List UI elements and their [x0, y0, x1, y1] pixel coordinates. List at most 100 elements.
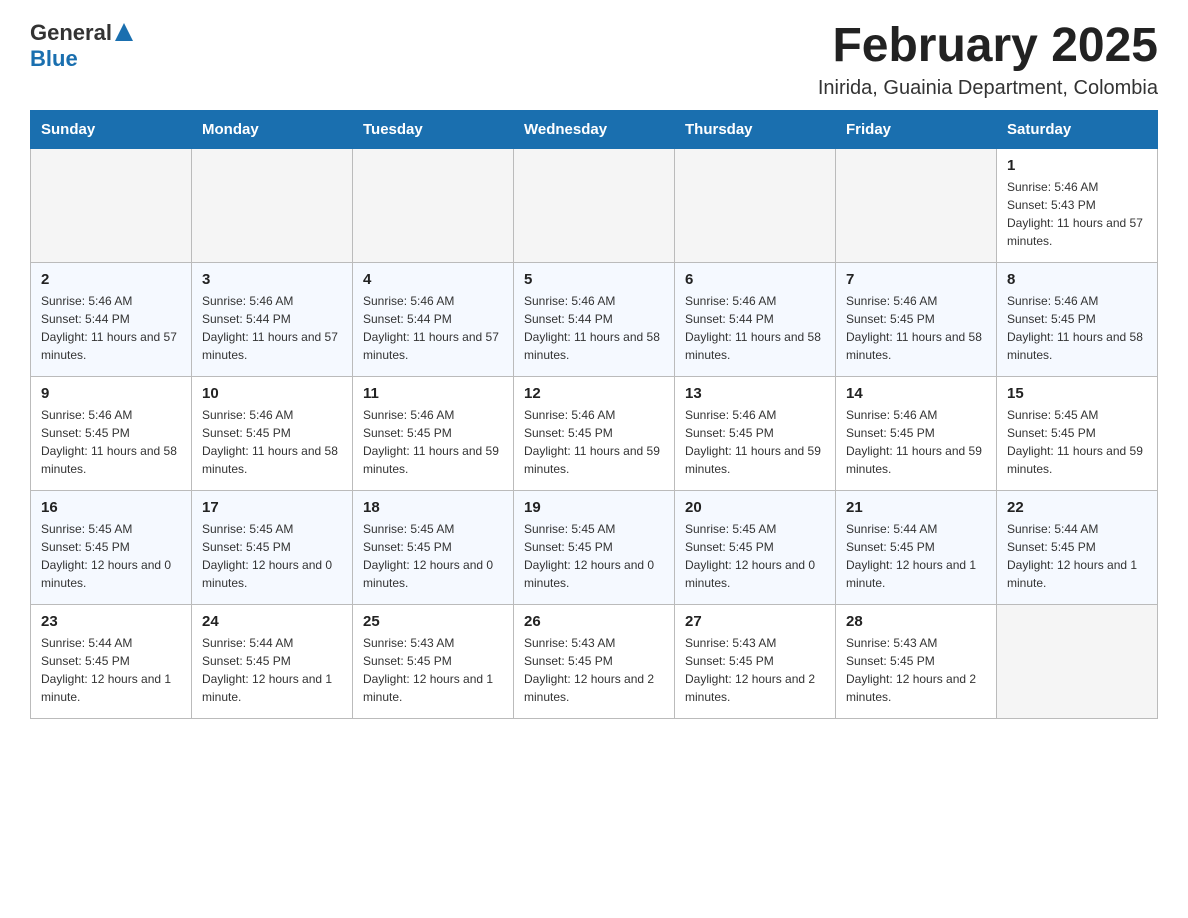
day-number: 8 — [1007, 271, 1147, 288]
day-info: Sunrise: 5:44 AM Sunset: 5:45 PM Dayligh… — [1007, 520, 1147, 592]
calendar-cell: 10 Sunrise: 5:46 AM Sunset: 5:45 PM Dayli… — [192, 376, 353, 490]
day-info: Sunrise: 5:44 AM Sunset: 5:45 PM Dayligh… — [41, 634, 181, 706]
calendar-title: February 2025 — [818, 20, 1158, 73]
day-info: Sunrise: 5:46 AM Sunset: 5:43 PM Dayligh… — [1007, 178, 1147, 250]
day-info: Sunrise: 5:46 AM Sunset: 5:45 PM Dayligh… — [1007, 292, 1147, 364]
day-info: Sunrise: 5:46 AM Sunset: 5:44 PM Dayligh… — [363, 292, 503, 364]
day-info: Sunrise: 5:46 AM Sunset: 5:44 PM Dayligh… — [202, 292, 342, 364]
day-number: 2 — [41, 271, 181, 288]
column-header-saturday: Saturday — [997, 110, 1158, 148]
day-info: Sunrise: 5:46 AM Sunset: 5:44 PM Dayligh… — [524, 292, 664, 364]
day-info: Sunrise: 5:43 AM Sunset: 5:45 PM Dayligh… — [363, 634, 503, 706]
day-number: 23 — [41, 613, 181, 630]
day-number: 21 — [846, 499, 986, 516]
calendar-cell: 25 Sunrise: 5:43 AM Sunset: 5:45 PM Dayli… — [353, 604, 514, 718]
calendar-week-row: 1 Sunrise: 5:46 AM Sunset: 5:43 PM Daylig… — [31, 148, 1158, 262]
calendar-cell — [997, 604, 1158, 718]
logo-triangle-icon — [115, 23, 133, 46]
day-number: 1 — [1007, 157, 1147, 174]
column-header-friday: Friday — [836, 110, 997, 148]
day-number: 5 — [524, 271, 664, 288]
calendar-table: SundayMondayTuesdayWednesdayThursdayFrid… — [30, 110, 1158, 719]
calendar-cell: 22 Sunrise: 5:44 AM Sunset: 5:45 PM Dayli… — [997, 490, 1158, 604]
day-info: Sunrise: 5:45 AM Sunset: 5:45 PM Dayligh… — [363, 520, 503, 592]
calendar-cell: 12 Sunrise: 5:46 AM Sunset: 5:45 PM Dayli… — [514, 376, 675, 490]
day-info: Sunrise: 5:45 AM Sunset: 5:45 PM Dayligh… — [41, 520, 181, 592]
calendar-cell: 20Sunrise: 5:45 AM Sunset: 5:45 PM Dayli… — [675, 490, 836, 604]
day-number: 20 — [685, 499, 825, 516]
calendar-cell: 2Sunrise: 5:46 AM Sunset: 5:44 PM Daylig… — [31, 262, 192, 376]
day-info: Sunrise: 5:43 AM Sunset: 5:45 PM Dayligh… — [846, 634, 986, 706]
calendar-cell: 23 Sunrise: 5:44 AM Sunset: 5:45 PM Dayli… — [31, 604, 192, 718]
calendar-cell: 21 Sunrise: 5:44 AM Sunset: 5:45 PM Dayli… — [836, 490, 997, 604]
day-number: 27 — [685, 613, 825, 630]
day-number: 13 — [685, 385, 825, 402]
calendar-cell: 1 Sunrise: 5:46 AM Sunset: 5:43 PM Daylig… — [997, 148, 1158, 262]
day-number: 9 — [41, 385, 181, 402]
day-info: Sunrise: 5:45 AM Sunset: 5:45 PM Dayligh… — [202, 520, 342, 592]
day-info: Sunrise: 5:46 AM Sunset: 5:45 PM Dayligh… — [524, 406, 664, 478]
day-number: 28 — [846, 613, 986, 630]
day-info: Sunrise: 5:46 AM Sunset: 5:45 PM Dayligh… — [41, 406, 181, 478]
day-info: Sunrise: 5:44 AM Sunset: 5:45 PM Dayligh… — [846, 520, 986, 592]
day-info: Sunrise: 5:46 AM Sunset: 5:45 PM Dayligh… — [846, 406, 986, 478]
day-number: 4 — [363, 271, 503, 288]
day-number: 14 — [846, 385, 986, 402]
day-info: Sunrise: 5:46 AM Sunset: 5:45 PM Dayligh… — [202, 406, 342, 478]
day-info: Sunrise: 5:43 AM Sunset: 5:45 PM Dayligh… — [524, 634, 664, 706]
calendar-cell — [192, 148, 353, 262]
logo: General Blue — [30, 20, 133, 72]
column-header-sunday: Sunday — [31, 110, 192, 148]
calendar-cell — [31, 148, 192, 262]
calendar-cell: 27 Sunrise: 5:43 AM Sunset: 5:45 PM Dayli… — [675, 604, 836, 718]
day-number: 22 — [1007, 499, 1147, 516]
day-info: Sunrise: 5:46 AM Sunset: 5:45 PM Dayligh… — [363, 406, 503, 478]
calendar-cell: 13 Sunrise: 5:46 AM Sunset: 5:45 PM Dayli… — [675, 376, 836, 490]
calendar-cell: 9 Sunrise: 5:46 AM Sunset: 5:45 PM Daylig… — [31, 376, 192, 490]
calendar-week-row: 23 Sunrise: 5:44 AM Sunset: 5:45 PM Dayli… — [31, 604, 1158, 718]
calendar-week-row: 2 Sunrise: 5:46 AM Sunset: 5:44 PM Daylig… — [31, 262, 1158, 376]
calendar-cell: 7Sunrise: 5:46 AM Sunset: 5:45 PM Daylig… — [836, 262, 997, 376]
day-number: 6 — [685, 271, 825, 288]
calendar-cell: 4 Sunrise: 5:46 AM Sunset: 5:44 PM Daylig… — [353, 262, 514, 376]
day-number: 26 — [524, 613, 664, 630]
day-info: Sunrise: 5:46 AM Sunset: 5:44 PM Dayligh… — [685, 292, 825, 364]
calendar-cell: 26 Sunrise: 5:43 AM Sunset: 5:45 PM Dayli… — [514, 604, 675, 718]
calendar-cell: 18 Sunrise: 5:45 AM Sunset: 5:45 PM Dayli… — [353, 490, 514, 604]
day-number: 10 — [202, 385, 342, 402]
calendar-title-block: February 2025 Inirida, Guainia Departmen… — [818, 20, 1158, 100]
day-info: Sunrise: 5:44 AM Sunset: 5:45 PM Dayligh… — [202, 634, 342, 706]
calendar-cell: 8 Sunrise: 5:46 AM Sunset: 5:45 PM Daylig… — [997, 262, 1158, 376]
calendar-week-row: 16 Sunrise: 5:45 AM Sunset: 5:45 PM Dayli… — [31, 490, 1158, 604]
column-header-thursday: Thursday — [675, 110, 836, 148]
day-info: Sunrise: 5:43 AM Sunset: 5:45 PM Dayligh… — [685, 634, 825, 706]
calendar-cell: 14 Sunrise: 5:46 AM Sunset: 5:45 PM Dayli… — [836, 376, 997, 490]
calendar-header-row: SundayMondayTuesdayWednesdayThursdayFrid… — [31, 110, 1158, 148]
day-number: 19 — [524, 499, 664, 516]
page-header: General Blue February 2025 Inirida, Guai… — [30, 20, 1158, 100]
day-number: 12 — [524, 385, 664, 402]
column-header-monday: Monday — [192, 110, 353, 148]
column-header-wednesday: Wednesday — [514, 110, 675, 148]
calendar-cell: 3Sunrise: 5:46 AM Sunset: 5:44 PM Daylig… — [192, 262, 353, 376]
calendar-cell: 16 Sunrise: 5:45 AM Sunset: 5:45 PM Dayli… — [31, 490, 192, 604]
calendar-cell — [675, 148, 836, 262]
calendar-cell — [514, 148, 675, 262]
day-number: 24 — [202, 613, 342, 630]
column-header-tuesday: Tuesday — [353, 110, 514, 148]
day-info: Sunrise: 5:46 AM Sunset: 5:45 PM Dayligh… — [846, 292, 986, 364]
calendar-cell: 11Sunrise: 5:46 AM Sunset: 5:45 PM Dayli… — [353, 376, 514, 490]
day-number: 25 — [363, 613, 503, 630]
calendar-cell: 5 Sunrise: 5:46 AM Sunset: 5:44 PM Daylig… — [514, 262, 675, 376]
day-number: 16 — [41, 499, 181, 516]
calendar-cell: 15 Sunrise: 5:45 AM Sunset: 5:45 PM Dayli… — [997, 376, 1158, 490]
day-info: Sunrise: 5:46 AM Sunset: 5:45 PM Dayligh… — [685, 406, 825, 478]
day-number: 17 — [202, 499, 342, 516]
calendar-cell: 28 Sunrise: 5:43 AM Sunset: 5:45 PM Dayli… — [836, 604, 997, 718]
calendar-cell — [353, 148, 514, 262]
logo-blue-text: Blue — [30, 46, 78, 71]
calendar-cell: 6 Sunrise: 5:46 AM Sunset: 5:44 PM Daylig… — [675, 262, 836, 376]
day-info: Sunrise: 5:45 AM Sunset: 5:45 PM Dayligh… — [1007, 406, 1147, 478]
day-number: 15 — [1007, 385, 1147, 402]
day-number: 18 — [363, 499, 503, 516]
